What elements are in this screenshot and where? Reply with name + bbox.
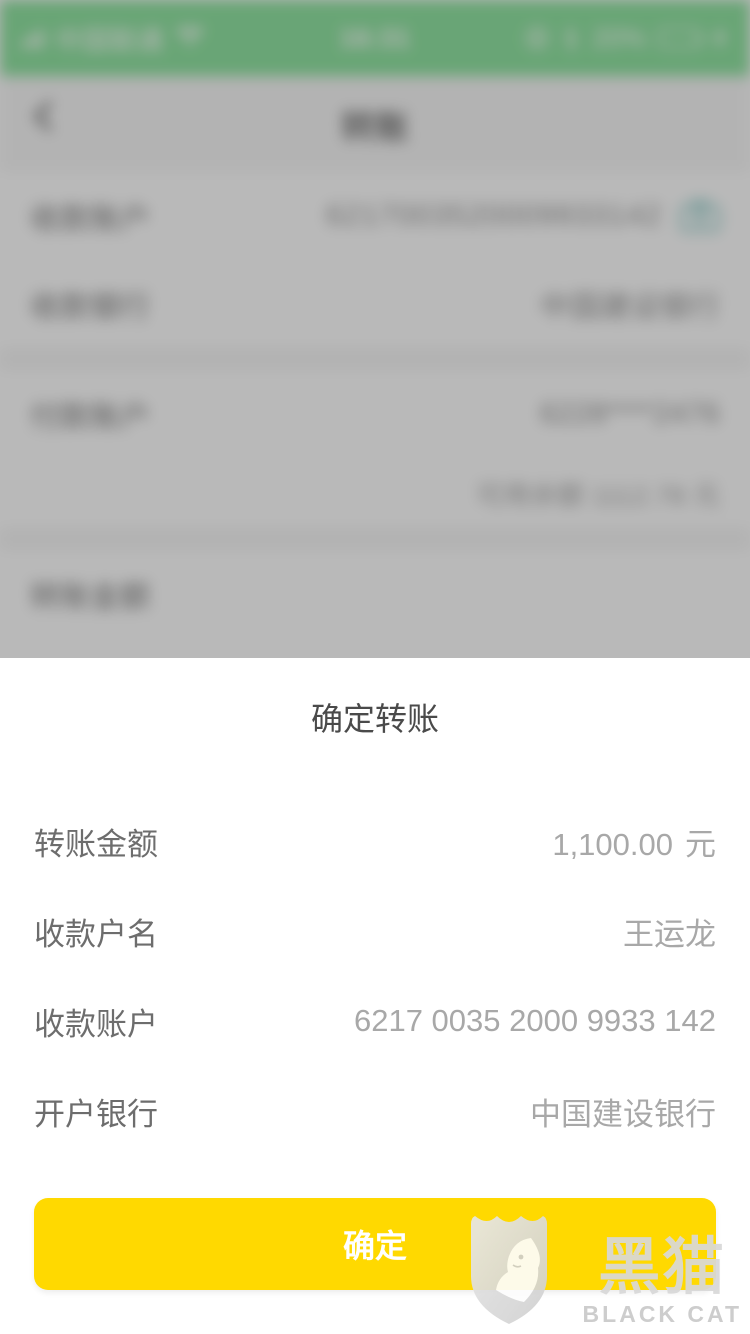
- clock-label: 16:31: [339, 22, 411, 53]
- bg-label-payer-account: 付款账户: [30, 401, 150, 434]
- watermark-text: 黑猫 BLACK CAT: [583, 1235, 742, 1328]
- bg-section-divider-2: [0, 528, 750, 550]
- bg-value-payee-bank: 中国建设银行: [540, 291, 720, 324]
- bg-label-transfer-amount: 转账金额: [30, 581, 150, 614]
- bg-value-payee-account: 6217003520009933142: [325, 199, 662, 232]
- sheet-value-payee-account: 6217 0035 2000 9933 142: [353, 1003, 716, 1038]
- background-page-title: 转账: [341, 108, 409, 147]
- black-cat-shield-icon: [470, 1216, 547, 1324]
- sheet-value-payee-name: 王运龙: [623, 916, 716, 952]
- sheet-label-amount: 转账金额: [34, 826, 158, 862]
- sheet-value-amount: 1,100.00: [552, 826, 673, 862]
- sheet-label-payee-name: 收款户名: [34, 916, 158, 952]
- battery-icon: [658, 28, 703, 48]
- sheet-row-payee-account: 收款账户 6217 0035 2000 9933 142: [34, 976, 716, 1066]
- watermark-en-label: BLACK CAT: [582, 1301, 742, 1327]
- bg-section-divider: [0, 348, 750, 370]
- sheet-row-payee-bank: 开户银行 中国建设银行: [34, 1066, 716, 1156]
- sheet-value-amount-group: 1,100.00 元: [552, 819, 716, 864]
- bg-label-payee-account: 收款账户: [30, 203, 150, 236]
- background-app-layer: 中国联通 16:31 20% 转账 收款账户 62170035200099331…: [0, 0, 750, 700]
- status-bar: 中国联通 16:31 20%: [0, 0, 750, 76]
- back-chevron-icon[interactable]: [33, 100, 65, 132]
- sheet-unit-amount: 元: [685, 826, 716, 862]
- background-nav-bar: 转账: [0, 76, 750, 172]
- watermark-cn-label: 黑猫: [598, 1230, 727, 1303]
- sheet-label-payee-bank: 开户银行: [34, 1096, 158, 1132]
- sheet-value-payee-bank: 中国建设银行: [530, 1096, 716, 1132]
- bg-row-payer-account[interactable]: 付款账户 6228****2476: [0, 370, 750, 458]
- bg-value-payer-account: 6228****2476: [539, 397, 720, 430]
- bg-label-payee-bank: 收款银行: [30, 291, 150, 324]
- sheet-row-amount: 转账金额 1,100.00 元: [34, 796, 716, 886]
- sheet-row-payee-name: 收款户名 王运龙: [34, 886, 716, 976]
- sheet-title: 确定转账: [310, 701, 439, 737]
- camera-scan-icon[interactable]: [680, 200, 720, 232]
- watermark: 黑猫 BLACK CAT: [469, 1208, 742, 1328]
- sheet-detail-list: 转账金额 1,100.00 元 收款户名 王运龙 收款账户 6217 0035 …: [0, 796, 750, 1156]
- sheet-label-payee-account: 收款账户: [34, 1006, 158, 1042]
- bg-row-payee-account[interactable]: 收款账户 6217003520009933142: [0, 172, 750, 260]
- bg-row-payee-bank[interactable]: 收款银行 中国建设银行: [0, 260, 750, 348]
- bg-available-balance: 可用余额 1112.78 元: [0, 458, 750, 528]
- bg-row-transfer-amount[interactable]: 转账金额: [0, 550, 750, 638]
- phone-screen: 中国联通 16:31 20% 转账 收款账户 62170035200099331…: [0, 0, 750, 1334]
